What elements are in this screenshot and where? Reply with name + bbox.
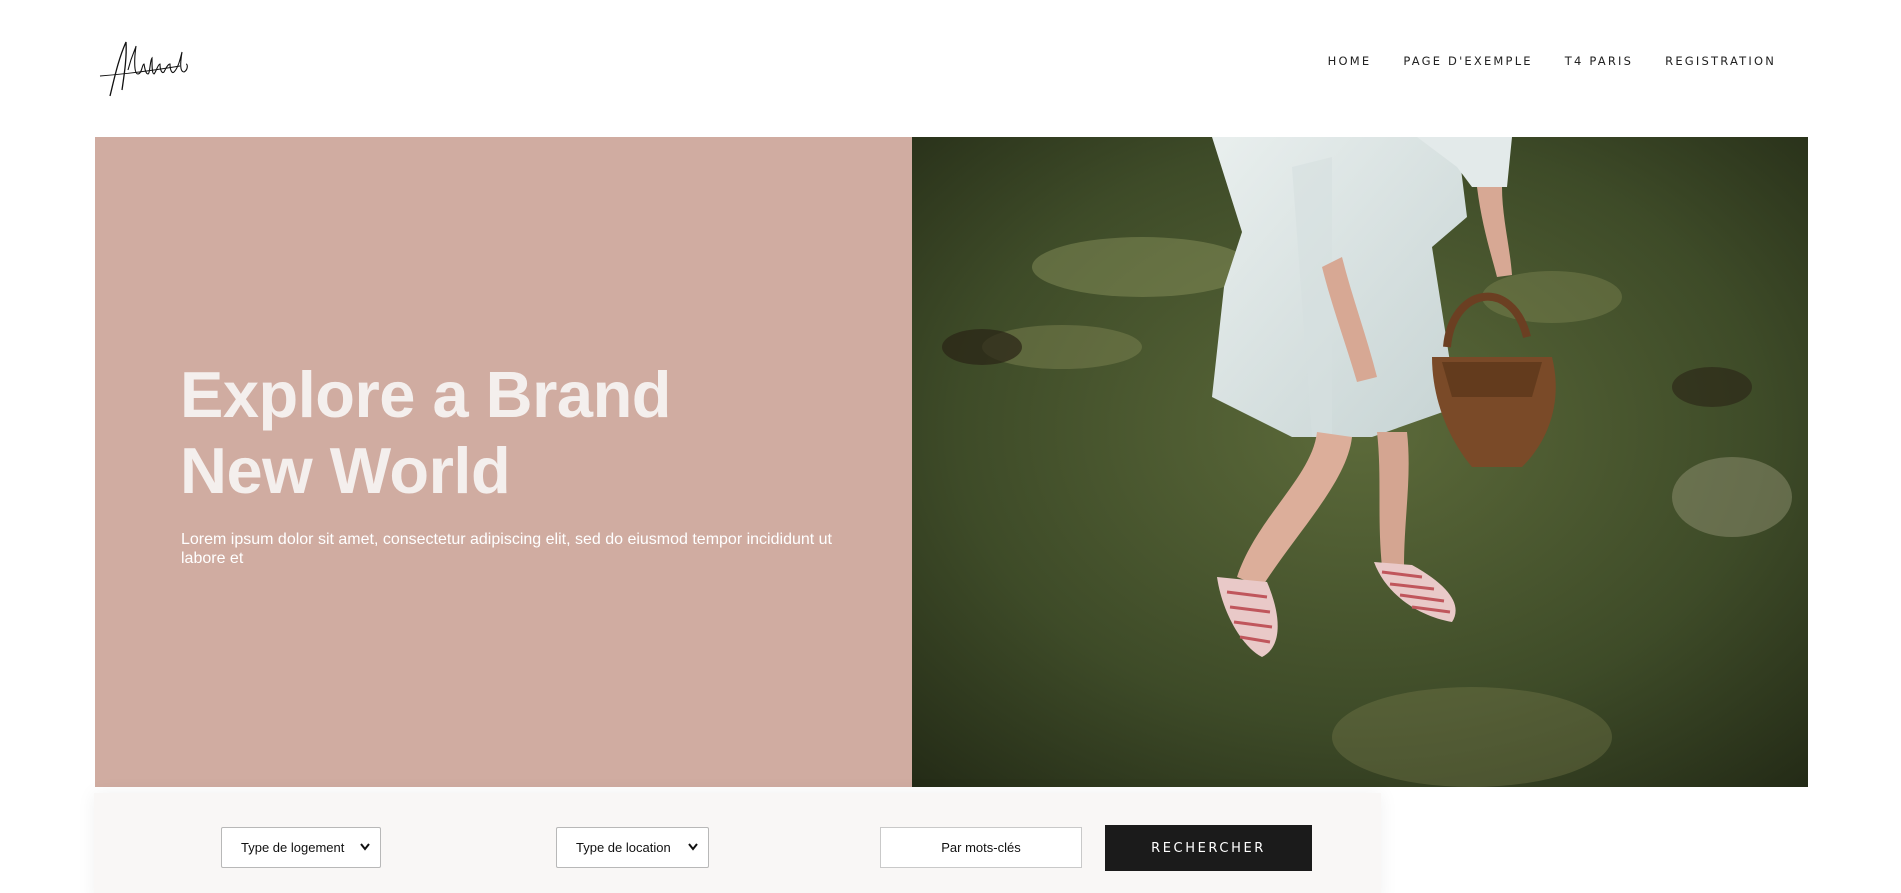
- hero-section: Explore a Brand New World Lorem ipsum do…: [95, 137, 1808, 787]
- hero-description: Lorem ipsum dolor sit amet, consectetur …: [181, 531, 832, 567]
- search-bar: Type de logement Type de location RECHER…: [94, 793, 1381, 893]
- nav-t4-paris[interactable]: T4 PARIS: [1565, 54, 1633, 68]
- hero-title-line-1: Explore a Brand: [180, 358, 671, 431]
- hero-text-panel: Explore a Brand New World Lorem ipsum do…: [95, 137, 912, 787]
- chevron-down-icon: [688, 843, 698, 851]
- type-location-select[interactable]: Type de location: [556, 827, 709, 868]
- keywords-input[interactable]: [880, 827, 1082, 868]
- type-logement-value: Type de logement: [241, 840, 345, 855]
- chevron-down-icon: [360, 843, 370, 851]
- type-location-value: Type de location: [576, 840, 671, 855]
- hero-title: Explore a Brand New World: [180, 357, 671, 509]
- type-logement-select[interactable]: Type de logement: [221, 827, 381, 868]
- search-button[interactable]: RECHERCHER: [1105, 825, 1312, 871]
- hero-title-line-2: New World: [180, 434, 511, 507]
- nav-registration[interactable]: REGISTRATION: [1665, 54, 1776, 68]
- nav-page-exemple[interactable]: PAGE D'EXEMPLE: [1403, 54, 1532, 68]
- logo-signature-icon: [99, 41, 188, 97]
- logo[interactable]: [96, 30, 196, 102]
- hero-image: [912, 137, 1808, 787]
- page: HOME PAGE D'EXEMPLE T4 PARIS REGISTRATIO…: [0, 0, 1901, 893]
- photo-woman-with-basket-icon: [912, 137, 1808, 787]
- main-nav: HOME PAGE D'EXEMPLE T4 PARIS REGISTRATIO…: [1328, 54, 1776, 68]
- nav-home[interactable]: HOME: [1328, 54, 1372, 68]
